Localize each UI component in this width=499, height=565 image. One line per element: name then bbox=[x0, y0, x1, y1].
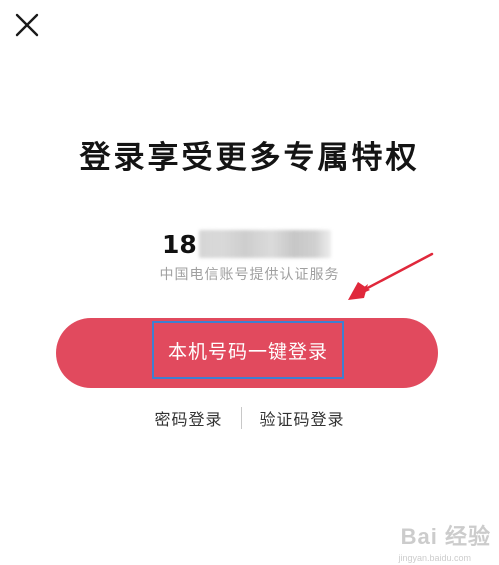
watermark-logo: Bai 经验 bbox=[400, 524, 491, 549]
phone-number-display: 18 bbox=[162, 226, 331, 262]
close-icon bbox=[15, 13, 39, 37]
page-title: 登录享受更多专属特权 bbox=[79, 140, 420, 176]
login-button-highlight-box: 本机号码一键登录 bbox=[152, 321, 344, 379]
alternate-login-options: 密码登录 验证码登录 bbox=[0, 404, 499, 432]
phone-number-prefix: 18 bbox=[162, 229, 197, 259]
alt-login-divider bbox=[240, 407, 242, 429]
annotation-arrow-icon bbox=[348, 252, 434, 300]
watermark: Bai 经验 jingyan.baidu.com bbox=[398, 519, 491, 563]
password-login-link[interactable]: 密码登录 bbox=[154, 406, 222, 430]
one-click-login-button[interactable]: 本机号码一键登录 bbox=[56, 318, 438, 388]
login-button-label: 本机号码一键登录 bbox=[167, 340, 328, 363]
watermark-url: jingyan.baidu.com bbox=[398, 553, 471, 563]
verification-code-login-link[interactable]: 验证码登录 bbox=[260, 406, 345, 430]
close-button[interactable] bbox=[12, 10, 42, 40]
phone-number-mask bbox=[198, 230, 331, 258]
